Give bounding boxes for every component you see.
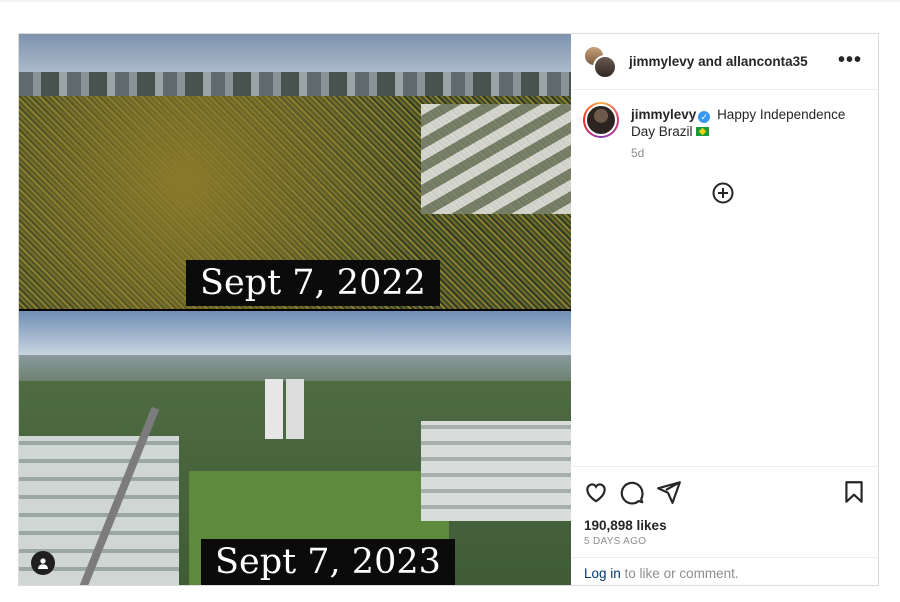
post-media[interactable]: Sept 7, 2022 Sept 7, 2023: [19, 34, 571, 585]
post-date[interactable]: 5 DAYS AGO: [584, 536, 646, 547]
comment-username[interactable]: jimmylevy: [631, 107, 696, 122]
comment-text: jimmylevy ✓ Happy Independence Day Brazil: [631, 106, 871, 140]
owner-conjunction: and: [698, 54, 723, 69]
brazil-flag-icon: [695, 127, 709, 136]
login-prompt: Log in to like or comment.: [571, 557, 878, 585]
owner-link-jimmylevy[interactable]: jimmylevy: [629, 54, 694, 69]
more-options-icon[interactable]: •••: [838, 50, 862, 70]
post-card: Sept 7, 2022 Sept 7, 2023 jimmylevy and …: [18, 33, 879, 586]
caption-2022: Sept 7, 2022: [186, 260, 440, 306]
owner-link-allanconta35[interactable]: allanconta35: [726, 54, 808, 69]
user-tag-icon[interactable]: [31, 551, 55, 575]
verified-badge-icon: ✓: [698, 111, 711, 123]
login-suffix: to like or comment.: [620, 566, 739, 581]
owner-avatars[interactable]: [583, 45, 617, 79]
speech-bubble-icon[interactable]: [619, 479, 645, 505]
heart-icon[interactable]: [583, 479, 609, 505]
avatar[interactable]: [583, 102, 619, 138]
login-text: Log in to like or comment.: [584, 566, 739, 581]
paper-plane-icon[interactable]: [656, 479, 682, 505]
owner-names: jimmylevy and allanconta35: [629, 54, 808, 69]
avatar[interactable]: [593, 55, 617, 79]
like-count[interactable]: 190,898 likes: [584, 518, 667, 533]
photo-2022-crowd: Sept 7, 2022: [19, 34, 571, 309]
post-sidebar: jimmylevy and allanconta35 ••• jimmylevy…: [571, 34, 878, 585]
top-divider: [0, 0, 900, 2]
caption-2023: Sept 7, 2023: [201, 539, 455, 585]
post-header: jimmylevy and allanconta35 •••: [571, 34, 878, 90]
plus-circle-icon[interactable]: [712, 182, 734, 204]
photo-2023-empty: Sept 7, 2023: [19, 311, 571, 585]
login-link[interactable]: Log in: [584, 566, 621, 581]
comment-age[interactable]: 5d: [631, 146, 644, 160]
action-bar: 190,898 likes 5 DAYS AGO Log in to like …: [571, 466, 878, 584]
bookmark-icon[interactable]: [841, 479, 867, 505]
